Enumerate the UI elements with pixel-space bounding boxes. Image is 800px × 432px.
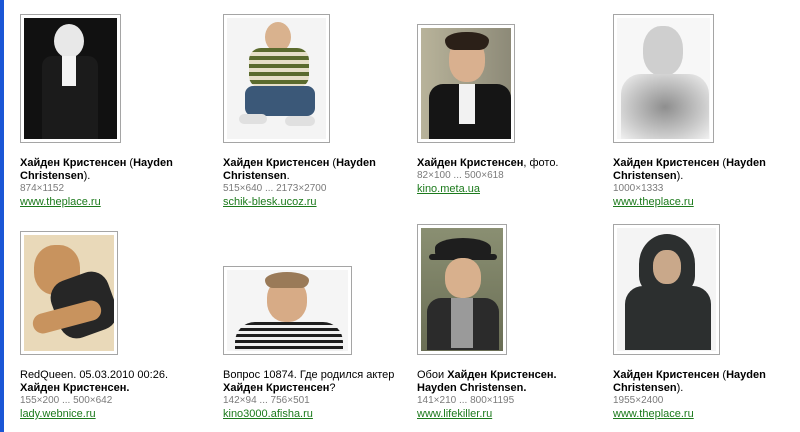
result-size: 155×200 ... 500×642 bbox=[20, 395, 113, 406]
result-size: 142×94 ... 756×501 bbox=[223, 395, 310, 406]
result-thumbnail[interactable] bbox=[223, 14, 330, 143]
result-title: Обои Хайден Кристенсен. Hayden Christens… bbox=[417, 369, 557, 394]
result-size: 82×100 ... 500×618 bbox=[417, 170, 504, 181]
result-source-link[interactable]: www.theplace.ru bbox=[20, 196, 200, 209]
result-source-link[interactable]: lady.webnice.ru bbox=[20, 408, 200, 421]
result-thumbnail[interactable] bbox=[417, 24, 515, 143]
result-title: Хайден Кристенсен, фото. bbox=[417, 157, 559, 169]
result-size: 515×640 ... 2173×2700 bbox=[223, 183, 327, 194]
result-source-link[interactable]: kino.meta.ua bbox=[417, 183, 597, 196]
result-thumbnail[interactable] bbox=[613, 224, 720, 355]
result-title: Вопрос 10874. Где родился актер Хайден К… bbox=[223, 369, 395, 394]
result-size: 1955×2400 bbox=[613, 395, 664, 406]
result-thumbnail[interactable] bbox=[20, 231, 118, 355]
result-size: 874×1152 bbox=[20, 183, 65, 194]
result-size: 141×210 ... 800×1195 bbox=[417, 395, 515, 406]
result-title: RedQueen. 05.03.2010 00:26. Хайден Крист… bbox=[20, 369, 169, 394]
result-source-link[interactable]: kino3000.afisha.ru bbox=[223, 408, 403, 421]
result-title: Хайден Кристенсен (Hayden Christensen). bbox=[613, 157, 766, 182]
result-thumbnail[interactable] bbox=[20, 14, 121, 143]
result-size: 1000×1333 bbox=[613, 183, 664, 194]
result-thumbnail[interactable] bbox=[417, 224, 507, 355]
result-source-link[interactable]: schik-blesk.ucoz.ru bbox=[223, 196, 403, 209]
result-thumbnail[interactable] bbox=[223, 266, 352, 355]
result-title: Хайден Кристенсен (Hayden Christensen). bbox=[20, 157, 173, 182]
result-source-link[interactable]: www.theplace.ru bbox=[613, 408, 793, 421]
result-source-link[interactable]: www.theplace.ru bbox=[613, 196, 793, 209]
result-thumbnail[interactable] bbox=[613, 14, 714, 143]
image-results-grid: Хайден Кристенсен (Hayden Christensen). … bbox=[0, 0, 800, 432]
result-title: Хайден Кристенсен (Hayden Christensen. bbox=[223, 157, 376, 182]
result-title: Хайден Кристенсен (Hayden Christensen). bbox=[613, 369, 766, 394]
result-source-link[interactable]: www.lifekiller.ru bbox=[417, 408, 597, 421]
